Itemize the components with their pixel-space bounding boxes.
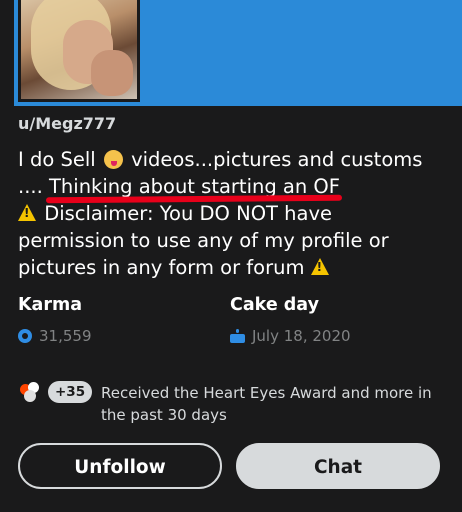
cake-day-label: Cake day [230,295,319,315]
unfollow-button[interactable]: Unfollow [18,443,222,489]
karma-count: 31,559 [39,327,92,345]
karma-label: Karma [18,295,83,315]
warning-icon [18,204,36,221]
bio-line-1: I do Sell videos...pictures and customs [18,146,438,173]
bio-line-4: permission to use any of my profile or [18,229,389,252]
tongue-wink-emoji-icon [103,150,123,169]
bio-text: I do Sell [18,148,96,171]
bio-line-3: Disclaimer: You DO NOT have [18,200,438,227]
heart-eyes-award-icon [20,382,40,402]
bio-text: videos...pictures and customs [131,148,423,171]
cake-icon [230,329,245,343]
profile-bio: I do Sell videos...pictures and customs … [18,146,438,281]
chat-button[interactable]: Chat [236,443,440,489]
bio-line-5: pictures in any form or forum [18,254,438,281]
username[interactable]: u/Megz777 [18,114,116,133]
karma-icon [18,329,32,343]
award-description: Received the Heart Eyes Award and more i… [101,384,432,424]
avatar[interactable] [18,0,140,102]
bio-text: .... [18,175,43,198]
cake-day-date: July 18, 2020 [252,327,351,345]
avatar-hand [91,50,133,96]
bio-text: Disclaimer: You DO NOT have [44,202,332,225]
cake-day-value: July 18, 2020 [230,327,351,345]
award-count-badge: +35 [48,381,93,403]
karma-value: 31,559 [18,327,92,345]
bio-text: pictures in any form or forum [18,256,305,279]
awards-row[interactable]: +35 Received the Heart Eyes Award and mo… [18,378,448,428]
warning-icon [310,258,329,275]
banner-edge [0,0,14,106]
